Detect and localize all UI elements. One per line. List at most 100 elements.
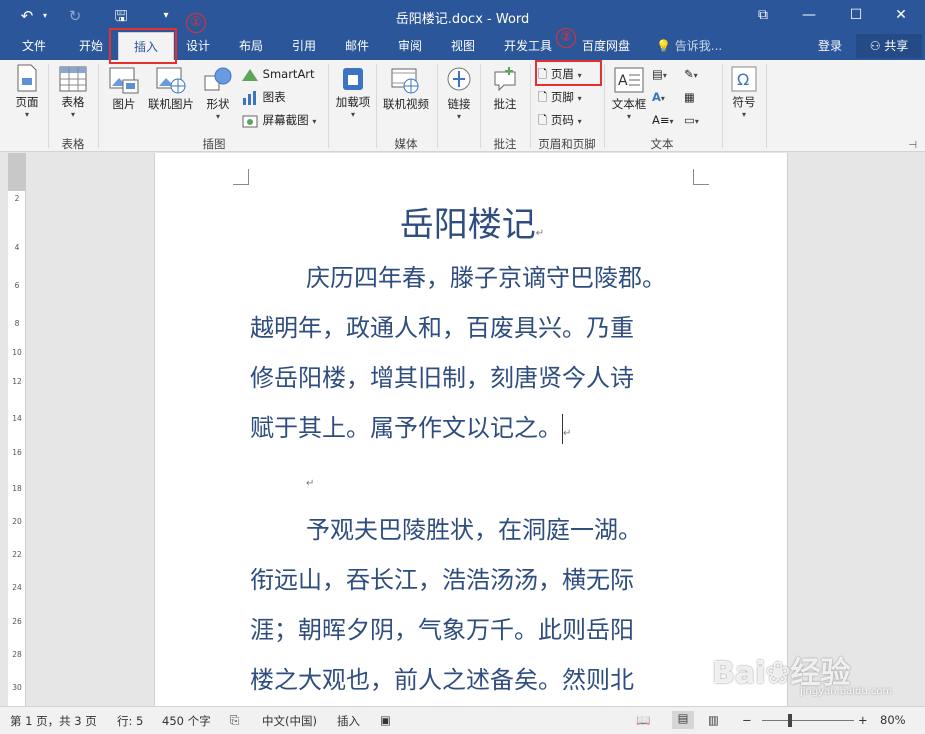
text-line: 庆历四年春，滕子京谪守巴陵郡。 <box>306 264 666 292</box>
page-number-button[interactable]: 🗋 页码 ▾ <box>538 110 582 130</box>
shapes-button[interactable]: 形状 ▾ <box>200 66 236 121</box>
margin-corner-top-right <box>693 169 709 185</box>
chart-button[interactable]: 图表 <box>241 87 286 107</box>
page-icon <box>17 64 37 92</box>
lightbulb-icon: 💡 <box>656 39 671 53</box>
person-icon: ⚇ <box>869 39 881 53</box>
status-insert-mode[interactable]: 插入 <box>337 713 360 729</box>
symbol-button[interactable]: Ω 符号 ▾ <box>728 66 760 119</box>
tab-references[interactable]: 引用 <box>283 32 325 60</box>
minimize-icon[interactable]: — <box>796 4 822 26</box>
signature-line-icon: ✎ <box>684 67 694 81</box>
footer-button[interactable]: 🗋 页脚 ▾ <box>538 87 582 107</box>
tab-design[interactable]: 设计 <box>178 32 218 60</box>
page-number-icon: 🗋 <box>538 113 548 127</box>
screenshot-icon <box>242 115 258 127</box>
group-label-text: 文本 <box>650 137 674 151</box>
shapes-label: 形状 <box>206 97 230 111</box>
chart-label: 图表 <box>262 90 286 104</box>
proofing-icon[interactable]: ⎘ <box>230 713 239 728</box>
date-time-button[interactable]: ▦ <box>684 87 695 107</box>
addins-button[interactable]: 加载项 ▾ <box>334 66 372 119</box>
tab-home[interactable]: 开始 <box>68 32 114 60</box>
text-line: 楼之大观也，前人之述备矣。然则北 <box>250 666 634 694</box>
web-layout-icon[interactable]: ▥ <box>708 713 719 727</box>
link-button[interactable]: 链接 ▾ <box>442 66 476 121</box>
document-page[interactable]: 岳阳楼记↵ 庆历四年春，滕子京谪守巴陵郡。 越明年，政通人和，百废具兴。乃重 修… <box>154 153 788 706</box>
ribbon-display-options-icon[interactable]: ⧉ <box>750 4 776 26</box>
tab-file[interactable]: 文件 <box>12 32 56 60</box>
paragraph-1[interactable]: 庆历四年春，滕子京谪守巴陵郡。 越明年，政通人和，百废具兴。乃重 修岳阳楼，增其… <box>250 253 720 459</box>
textbox-label: 文本框 <box>611 97 647 111</box>
shapes-icon <box>204 67 232 91</box>
ribbon-insert: 页面 ▾ 表格 ▾ 表格 图片 联机图片 形状 ▾ SmartArt 图表 屏幕… <box>0 60 925 152</box>
zoom-slider[interactable] <box>762 720 854 721</box>
object-button[interactable]: ▭▾ <box>684 110 699 130</box>
smartart-icon <box>242 68 258 81</box>
text-line: 赋于其上。属予作文以记之。↵ <box>250 414 572 444</box>
print-layout-icon[interactable]: ▤ <box>672 711 694 729</box>
symbol-label: 符号 <box>732 95 756 109</box>
maximize-icon[interactable]: ☐ <box>843 4 869 26</box>
comment-button[interactable]: 批注 <box>486 66 524 112</box>
text-line: 修岳阳楼，增其旧制，刻唐贤今人诗 <box>250 364 634 392</box>
footer-label: 页脚 <box>550 90 574 104</box>
group-label-media: 媒体 <box>394 137 418 151</box>
paragraph-2[interactable]: 予观夫巴陵胜状，在洞庭一湖。 衔远山，吞长江，浩浩汤汤，横无际 涯；朝晖夕阴，气… <box>250 505 720 705</box>
pin-ribbon-icon[interactable]: ⊣ <box>908 140 917 151</box>
tab-mailings[interactable]: 邮件 <box>336 32 378 60</box>
zoom-slider-thumb[interactable] <box>787 714 792 727</box>
macro-record-icon[interactable]: ▣ <box>380 713 391 727</box>
picture-button[interactable]: 图片 <box>106 66 142 112</box>
margin-corner-top-left <box>233 169 249 185</box>
status-line[interactable]: 行: 5 <box>117 713 143 729</box>
document-area[interactable]: 2 4 6 8 10 12 14 16 18 20 22 24 26 28 30… <box>0 153 925 706</box>
textbox-button[interactable]: A 文本框 ▾ <box>608 66 650 121</box>
text-line: 涯；朝晖夕阴，气象万千。此则岳阳 <box>250 616 634 644</box>
pages-label: 页面 <box>15 95 39 109</box>
read-mode-icon[interactable]: 📖 <box>636 713 650 727</box>
wordart-icon: A <box>652 90 661 104</box>
tab-view[interactable]: 视图 <box>442 32 484 60</box>
tab-developer[interactable]: 开发工具 <box>498 32 558 60</box>
wordart-button[interactable]: A▾ <box>652 87 665 107</box>
drop-cap-icon: A≡ <box>652 113 670 127</box>
close-icon[interactable]: ✕ <box>888 4 914 26</box>
status-page-count[interactable]: 第 1 页，共 3 页 <box>10 713 97 729</box>
drop-cap-button[interactable]: A≡▾ <box>652 110 674 130</box>
smartart-button[interactable]: SmartArt <box>241 64 315 84</box>
table-icon <box>59 66 87 92</box>
status-language[interactable]: 中文(中国) <box>262 713 317 729</box>
online-picture-label: 联机图片 <box>148 97 194 111</box>
empty-paragraph[interactable]: ↵ <box>250 463 720 493</box>
comment-label: 批注 <box>493 97 517 111</box>
share-button[interactable]: ⚇ 共享 <box>856 34 922 58</box>
picture-label: 图片 <box>112 97 136 111</box>
screenshot-button[interactable]: 屏幕截图 ▾ <box>241 110 316 130</box>
status-word-count[interactable]: 450 个字 <box>162 713 211 729</box>
tab-review[interactable]: 审阅 <box>389 32 431 60</box>
table-button[interactable]: 表格 ▾ <box>54 66 92 119</box>
tab-layout[interactable]: 布局 <box>230 32 272 60</box>
online-video-label: 联机视频 <box>383 97 429 111</box>
pages-button[interactable]: 页面 ▾ <box>10 64 44 119</box>
share-label: 共享 <box>884 39 909 53</box>
omega-icon: Ω <box>731 66 757 92</box>
online-picture-button[interactable]: 联机图片 <box>144 66 198 112</box>
text-line: 衔远山，吞长江，浩浩汤汤，横无际 <box>250 566 634 594</box>
login-link[interactable]: 登录 <box>818 32 842 60</box>
textbox-icon: A <box>614 67 644 93</box>
annotation-insert-tab-box <box>109 28 177 64</box>
online-video-button[interactable]: 联机视频 <box>380 66 432 112</box>
comment-icon <box>494 67 516 92</box>
quick-parts-button[interactable]: ▤▾ <box>652 64 667 84</box>
picture-icon <box>109 67 139 94</box>
document-title[interactable]: 岳阳楼记↵ <box>155 197 789 246</box>
tab-baidu-netdisk[interactable]: 百度网盘 <box>576 32 636 60</box>
tell-me-search[interactable]: 💡 告诉我... <box>656 32 722 60</box>
signature-line-button[interactable]: ✎▾ <box>684 64 698 84</box>
vertical-ruler[interactable]: 2 4 6 8 10 12 14 16 18 20 22 24 26 28 30 <box>8 153 26 706</box>
zoom-out-icon[interactable]: − <box>742 713 752 727</box>
zoom-percent[interactable]: 80% <box>880 713 906 727</box>
zoom-in-icon[interactable]: + <box>858 713 868 727</box>
